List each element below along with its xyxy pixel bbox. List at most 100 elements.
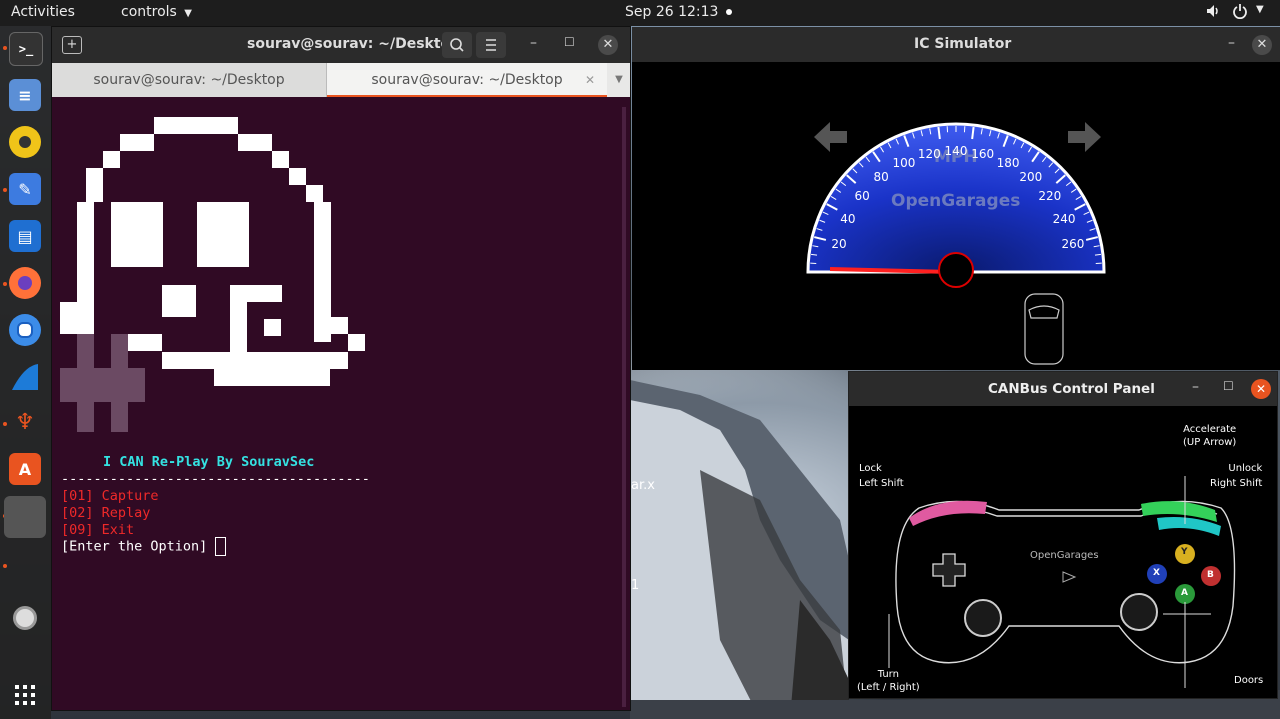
ghost-pixel bbox=[331, 317, 348, 334]
desktop-file-label[interactable]: 1 bbox=[631, 578, 639, 593]
instrument-cluster bbox=[806, 122, 1106, 365]
clock[interactable]: Sep 26 12:13 bbox=[625, 4, 732, 20]
hamburger-menu-icon[interactable] bbox=[476, 32, 506, 58]
ghost-shadow-pixel bbox=[111, 402, 128, 432]
terminal-titlebar[interactable]: + sourav@sourav: ~/Desktop – ☐ ✕ bbox=[52, 27, 630, 63]
tab-1[interactable]: sourav@sourav: ~/Desktop bbox=[52, 63, 327, 97]
ghost-pixel bbox=[86, 185, 103, 202]
ghost-pixel bbox=[197, 202, 249, 267]
system-menu-chevron-icon[interactable]: ▼ bbox=[1256, 4, 1264, 15]
minimize-icon[interactable]: – bbox=[530, 35, 537, 51]
ghost-shadow-pixel bbox=[60, 368, 145, 402]
speed-tick-label: 200 bbox=[1019, 170, 1043, 185]
speed-tick-label: 80 bbox=[873, 170, 889, 185]
rhythmbox-icon[interactable] bbox=[9, 126, 41, 158]
speed-tick-label: 40 bbox=[840, 211, 856, 226]
speed-tick-label: 140 bbox=[944, 144, 968, 158]
window-title: IC Simulator bbox=[914, 36, 1012, 52]
disc-icon[interactable] bbox=[9, 602, 41, 634]
speed-tick-label: 180 bbox=[996, 155, 1020, 170]
maximize-icon[interactable]: ☐ bbox=[1223, 379, 1234, 393]
volume-icon[interactable] bbox=[1205, 3, 1221, 23]
ubuntu-software-icon[interactable]: A bbox=[9, 453, 41, 485]
accelerate-label: Accelerate (UP Arrow) bbox=[1183, 423, 1236, 449]
ghost-pixel bbox=[154, 117, 238, 134]
close-icon[interactable]: ✕ bbox=[1252, 35, 1272, 55]
search-icon[interactable] bbox=[442, 32, 472, 58]
left-stick-icon bbox=[964, 599, 1002, 637]
terminal-icon[interactable]: >_ bbox=[9, 32, 43, 66]
speed-tick-label: 160 bbox=[971, 147, 995, 161]
show-apps-icon[interactable] bbox=[9, 679, 41, 711]
maximize-icon[interactable]: ☐ bbox=[564, 35, 575, 49]
terminal-window[interactable]: + sourav@sourav: ~/Desktop – ☐ ✕ sourav@… bbox=[52, 27, 630, 710]
running-indicator bbox=[3, 564, 7, 568]
firefox-icon[interactable] bbox=[9, 267, 41, 299]
window-title: CANBus Control Panel bbox=[988, 381, 1155, 397]
ic-simulator-window[interactable]: IC Simulator – ✕ MPH OpenGarages 20 40 60 8… bbox=[632, 27, 1280, 370]
document-icon[interactable]: ▤ bbox=[9, 220, 41, 252]
accelerate-key-text: (UP Arrow) bbox=[1183, 437, 1237, 448]
files-icon[interactable]: ≡ bbox=[9, 79, 41, 111]
chromium-icon[interactable] bbox=[9, 314, 41, 346]
gamepad-brand-label: OpenGarages bbox=[1030, 550, 1099, 561]
activities-button[interactable]: Activities bbox=[11, 4, 75, 20]
app-icon[interactable] bbox=[4, 496, 46, 538]
ghost-pixel bbox=[162, 285, 196, 317]
app-icon[interactable]: ♆ bbox=[9, 406, 41, 438]
speed-tick-label: 240 bbox=[1052, 211, 1076, 226]
top-bar: Activities controls ▼ Sep 26 12:13 ▼ bbox=[0, 0, 1280, 26]
ghost-pixel bbox=[120, 134, 154, 151]
canbus-control-panel-window[interactable]: CANBus Control Panel – ☐ ✕ Y B X A OpenG… bbox=[849, 372, 1277, 698]
running-indicator bbox=[3, 422, 7, 426]
ghost-pixel bbox=[289, 168, 306, 185]
turn-text: Turn bbox=[877, 669, 899, 680]
start-button-icon bbox=[1062, 571, 1077, 583]
tab-label: sourav@sourav: ~/Desktop bbox=[371, 72, 563, 88]
running-indicator bbox=[3, 188, 7, 192]
tabs-dropdown-icon[interactable]: ▼ bbox=[608, 63, 630, 97]
notification-dot-icon bbox=[725, 9, 732, 15]
close-icon[interactable]: ✕ bbox=[1251, 379, 1271, 399]
speed-tick-label: 120 bbox=[917, 147, 941, 161]
minimize-icon[interactable]: – bbox=[1192, 379, 1199, 395]
cursor bbox=[215, 537, 227, 556]
prompt-text: [Enter the Option] bbox=[61, 538, 216, 555]
speed-tick-label: 100 bbox=[892, 155, 916, 170]
app-menu[interactable]: controls ▼ bbox=[121, 4, 192, 20]
tab-2-active[interactable]: sourav@sourav: ~/Desktop ✕ bbox=[327, 63, 607, 97]
close-tab-icon[interactable]: ✕ bbox=[585, 63, 595, 97]
terminal-body[interactable]: I CAN Re-Play By SouravSec -------------… bbox=[52, 97, 630, 710]
banner-text: I CAN Re-Play By SouravSec bbox=[103, 454, 315, 470]
x-button-label: X bbox=[1153, 568, 1160, 578]
speed-tick-label: 260 bbox=[1061, 237, 1085, 252]
wireshark-icon[interactable] bbox=[9, 361, 41, 393]
minimize-icon[interactable]: – bbox=[1228, 35, 1235, 51]
car-doors-icon bbox=[1024, 293, 1064, 365]
text-editor-icon[interactable]: ✎ bbox=[9, 173, 41, 205]
new-tab-icon[interactable]: + bbox=[62, 36, 82, 54]
desktop-file-label[interactable]: ar.x bbox=[631, 478, 655, 493]
running-indicator bbox=[3, 46, 7, 50]
terminal-scrollbar[interactable] bbox=[622, 107, 626, 707]
power-icon[interactable] bbox=[1232, 3, 1248, 23]
ghost-pixel bbox=[230, 302, 247, 352]
doors-label: Doors bbox=[1234, 675, 1264, 686]
speed-tick-label: 20 bbox=[831, 237, 847, 252]
right-turn-signal-icon bbox=[1068, 122, 1101, 152]
close-icon[interactable]: ✕ bbox=[598, 35, 618, 55]
app-menu-label: controls bbox=[121, 4, 177, 20]
separator-line: -------------------------------------- bbox=[61, 471, 370, 487]
ghost-pixel bbox=[306, 185, 323, 202]
unlock-text: Unlock bbox=[1228, 463, 1263, 474]
ghost-pixel bbox=[103, 151, 120, 168]
ghost-shadow-pixel bbox=[111, 334, 128, 368]
ghost-shadow-pixel bbox=[77, 334, 94, 368]
ghost-pixel bbox=[60, 302, 77, 334]
ghost-pixel bbox=[111, 202, 163, 267]
unlock-label: Unlock Right Shift bbox=[1210, 462, 1262, 490]
ghost-pixel bbox=[264, 352, 348, 369]
can-titlebar[interactable]: CANBus Control Panel – ☐ ✕ bbox=[849, 372, 1277, 406]
ghost-pixel bbox=[348, 334, 365, 351]
ic-titlebar[interactable]: IC Simulator – ✕ bbox=[632, 27, 1280, 62]
